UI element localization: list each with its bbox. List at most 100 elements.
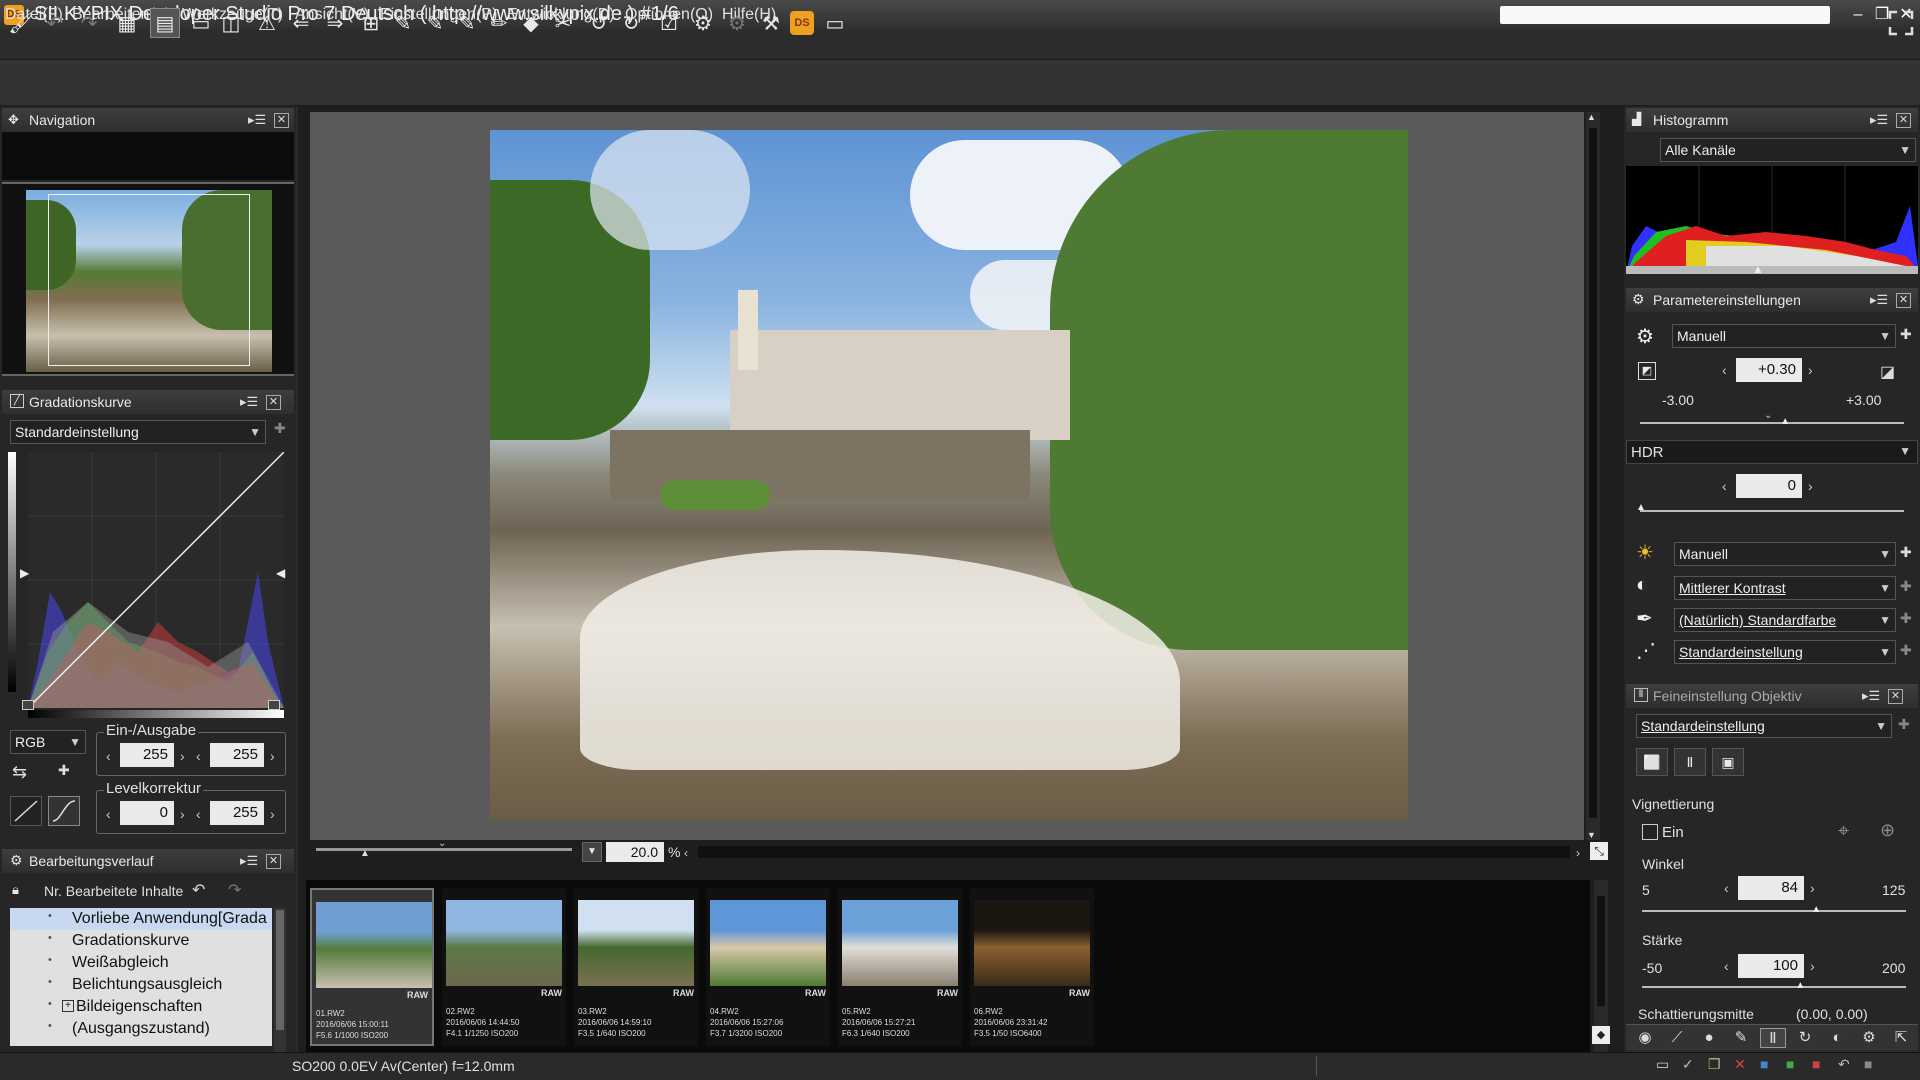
batch-develop-icon[interactable]: ⚙	[688, 8, 718, 38]
angle-field[interactable]: 84	[1738, 876, 1804, 900]
undo-icon[interactable]: ↶	[40, 8, 70, 38]
curve-tab-icon[interactable]: ⟋	[1664, 1028, 1690, 1048]
auto-exposure-icon[interactable]: ◪	[1880, 362, 1895, 382]
hdr-dropdown[interactable]: HDR ▼	[1626, 440, 1918, 464]
combined-view-icon[interactable]: ▤	[150, 8, 180, 38]
monitor-icon[interactable]: ▭	[820, 8, 850, 38]
decrement-icon[interactable]: ‹	[1724, 880, 1729, 896]
panel-menu-icon[interactable]: ▸☰	[1870, 112, 1888, 128]
add-preset-icon[interactable]: ✚	[1900, 326, 1912, 343]
lens-preset-dropdown[interactable]: Standardeinstellung ▼	[1636, 714, 1892, 738]
thumbnail[interactable]: RAW 02.RW2 2016/06/06 14:44:50 F4.1 1/1250 …	[442, 888, 566, 1046]
previous-icon[interactable]: ⇐	[286, 8, 316, 38]
add-preset-icon[interactable]: ✚	[1900, 642, 1912, 659]
increment-icon[interactable]: ›	[1810, 958, 1815, 974]
io-input-field[interactable]: 255	[120, 743, 174, 767]
spot-removal-icon[interactable]: ◆	[516, 8, 546, 38]
sharpen-tab-icon[interactable]: ✎	[1728, 1028, 1754, 1048]
undo-icon[interactable]: ↶	[192, 880, 205, 900]
close-icon[interactable]: ✕	[266, 395, 281, 410]
status-green-icon[interactable]: ■	[1786, 1056, 1794, 1072]
tone-tab-icon[interactable]: ●	[1696, 1028, 1722, 1048]
eyedropper-wb-icon[interactable]: ✎	[420, 8, 450, 38]
increment-icon[interactable]: ›	[180, 806, 185, 822]
scroll-up-icon[interactable]: ▲	[1587, 112, 1596, 122]
decrement-icon[interactable]: ‹	[1722, 478, 1727, 494]
status-copy-icon[interactable]: ❐	[1708, 1056, 1721, 1073]
lens-tab-icon[interactable]: Ⅱ	[1760, 1028, 1786, 1048]
lock-icon[interactable]: 🔒︎	[12, 882, 19, 898]
spline-curve-button[interactable]	[48, 796, 80, 826]
add-preset-icon[interactable]: ✚	[1900, 578, 1912, 595]
level-max-field[interactable]: 255	[210, 801, 264, 825]
ds-logo-icon[interactable]: DS	[790, 11, 814, 35]
increment-icon[interactable]: ›	[1808, 478, 1813, 494]
settings-develop-icon[interactable]: ⚙	[722, 8, 752, 38]
status-monitor-icon[interactable]: ▭	[1656, 1056, 1669, 1073]
thumbnail[interactable]: RAW 01.RW2 2016/06/06 15:00:11 F5.6 1/1000 …	[310, 888, 434, 1046]
zoom-dropdown-icon[interactable]: ▼	[582, 842, 602, 862]
pick-center-icon[interactable]: ⊕	[1880, 820, 1895, 841]
strength-slider[interactable]: ▲	[1642, 980, 1906, 991]
crosshair-icon[interactable]: ⌖	[1838, 820, 1849, 843]
curve-graph[interactable]	[27, 451, 285, 709]
develop-icon[interactable]: 🖌︎	[6, 8, 36, 38]
settings-tab-icon[interactable]: ⚙	[1856, 1028, 1882, 1048]
status-delete-icon[interactable]: ✕	[1734, 1056, 1746, 1073]
decrement-icon[interactable]: ‹	[106, 748, 111, 764]
scroll-down-icon[interactable]: ▼	[1587, 830, 1596, 840]
hdr-slider-thumb[interactable]: ▲	[1636, 502, 1646, 513]
transform-tab-icon[interactable]: ⇱	[1888, 1028, 1914, 1048]
scroll-left-icon[interactable]: ‹	[684, 846, 688, 860]
linear-curve-button[interactable]	[10, 796, 42, 826]
close-icon[interactable]: ✕	[1888, 689, 1903, 704]
contrast-dropdown[interactable]: Mittlerer Kontrast ▼	[1674, 576, 1896, 600]
channel-dropdown[interactable]: RGB ▼	[10, 730, 86, 754]
histogram-channel-dropdown[interactable]: Alle Kanäle ▼	[1660, 138, 1916, 162]
scissors-icon[interactable]: ✂	[548, 8, 578, 38]
decrement-icon[interactable]: ‹	[1722, 362, 1727, 378]
lens-tab-chroma[interactable]: ▣	[1712, 748, 1744, 776]
history-item[interactable]: • + Bildeigenschaften	[10, 996, 272, 1018]
viewer-hscrollbar[interactable]	[698, 846, 1570, 858]
lens-tab-distortion[interactable]: Ⅱ	[1674, 748, 1706, 776]
viewer-vscrollbar[interactable]: ▲ ▼	[1586, 112, 1600, 840]
increment-icon[interactable]: ›	[270, 748, 275, 764]
strength-slider-thumb[interactable]: ▲	[1795, 980, 1805, 991]
eyedropper-gray-icon[interactable]: ✎	[388, 8, 418, 38]
swap-io-icon[interactable]: ⇆	[12, 762, 27, 783]
fullscreen-icon[interactable]	[1886, 8, 1916, 38]
brush-tool-icon[interactable]: ✏	[484, 8, 514, 38]
add-preset-icon[interactable]: ✚	[1900, 610, 1912, 627]
status-lock-icon[interactable]: ■	[1864, 1056, 1872, 1072]
curve-preset-dropdown[interactable]: Standardeinstellung ▼	[10, 420, 266, 444]
increment-icon[interactable]: ›	[180, 748, 185, 764]
zoom-field[interactable]: 20.0	[606, 842, 664, 862]
history-item[interactable]: • Belichtungsausgleich	[10, 974, 272, 996]
io-output-field[interactable]: 255	[210, 743, 264, 767]
add-preset-icon[interactable]: ✚	[1898, 716, 1910, 733]
thumbnail[interactable]: RAW 03.RW2 2016/06/06 14:59:10 F3.5 1/640 I…	[574, 888, 698, 1046]
wb-dropdown[interactable]: Manuell ▼	[1674, 542, 1896, 566]
history-item[interactable]: • Gradationskurve	[10, 930, 272, 952]
increment-icon[interactable]: ›	[270, 806, 275, 822]
expand-icon[interactable]: +	[62, 1000, 74, 1012]
sharpness-dropdown[interactable]: Standardeinstellung ▼	[1674, 640, 1896, 664]
lens-tab-vignette[interactable]: ⬜	[1636, 748, 1668, 776]
history-item[interactable]: • Vorliebe Anwendung[Grada	[10, 908, 272, 930]
right-marker-icon[interactable]: ◀	[276, 566, 285, 580]
increment-icon[interactable]: ›	[1810, 880, 1815, 896]
exposure-field[interactable]: +0.30	[1736, 358, 1802, 382]
compare-view-icon[interactable]: ◫	[216, 8, 246, 38]
decrement-icon[interactable]: ‹	[1724, 958, 1729, 974]
left-marker-icon[interactable]: ▶	[20, 566, 29, 580]
status-blue-icon[interactable]: ■	[1760, 1056, 1768, 1072]
panel-menu-icon[interactable]: ▸☰	[240, 394, 258, 410]
rotate-tab-icon[interactable]: ↻	[1792, 1028, 1818, 1048]
add-preset-icon[interactable]: ✚	[274, 420, 286, 437]
camera-icon[interactable]: ◉	[1632, 1028, 1658, 1048]
hammer-icon[interactable]: ⚒	[756, 8, 786, 38]
white-point-handle[interactable]	[268, 700, 280, 710]
eyedropper-skin-icon[interactable]: ✎	[452, 8, 482, 38]
hdr-slider[interactable]	[1640, 510, 1904, 512]
